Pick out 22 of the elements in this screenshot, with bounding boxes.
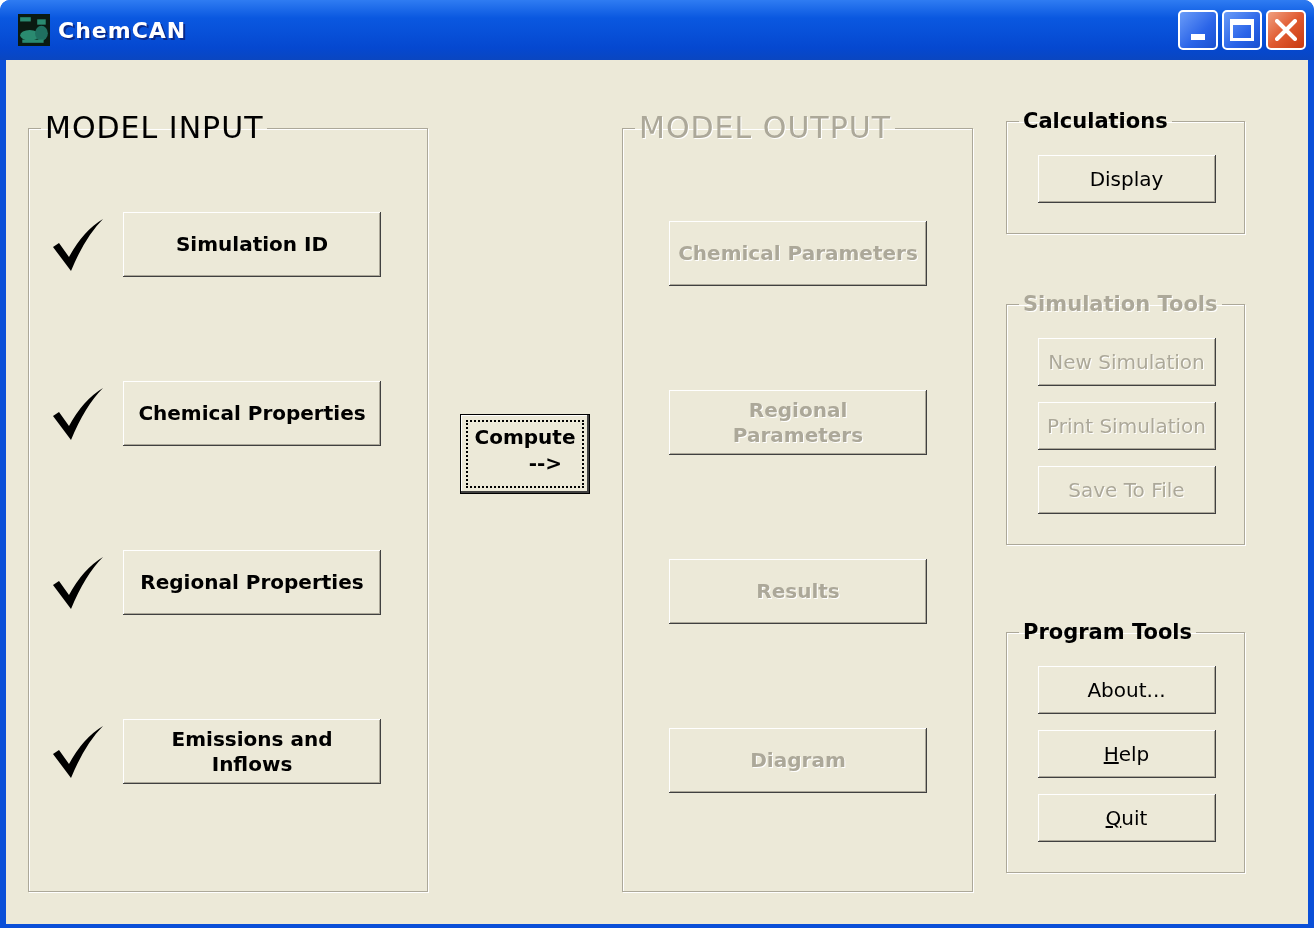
input-button[interactable]: Regional Properties <box>123 550 381 615</box>
group-title: MODEL INPUT <box>44 110 265 146</box>
input-button[interactable]: Chemical Properties <box>123 381 381 446</box>
app-icon <box>18 14 50 46</box>
tool-button[interactable]: Help <box>1037 730 1216 778</box>
tool-button[interactable]: Quit <box>1037 794 1216 842</box>
window-title: ChemCAN <box>58 17 187 43</box>
maximize-icon <box>1230 19 1254 41</box>
input-button[interactable]: Emissions and Inflows <box>123 719 381 784</box>
compute-button[interactable]: Compute --> <box>460 414 590 494</box>
tool-button[interactable]: About... <box>1037 666 1216 714</box>
maximize-button[interactable] <box>1222 10 1262 50</box>
group-title: MODEL OUTPUT <box>638 110 893 146</box>
minimize-button[interactable] <box>1178 10 1218 50</box>
group-title: Calculations <box>1022 108 1169 135</box>
close-icon <box>1275 19 1297 41</box>
minimize-icon <box>1191 34 1205 40</box>
close-button[interactable] <box>1266 10 1306 50</box>
tool-button[interactable]: Display <box>1037 155 1216 203</box>
group-title: Simulation Tools <box>1022 291 1219 318</box>
group-title: Program Tools <box>1022 619 1193 646</box>
input-button[interactable]: Simulation ID <box>123 212 381 277</box>
